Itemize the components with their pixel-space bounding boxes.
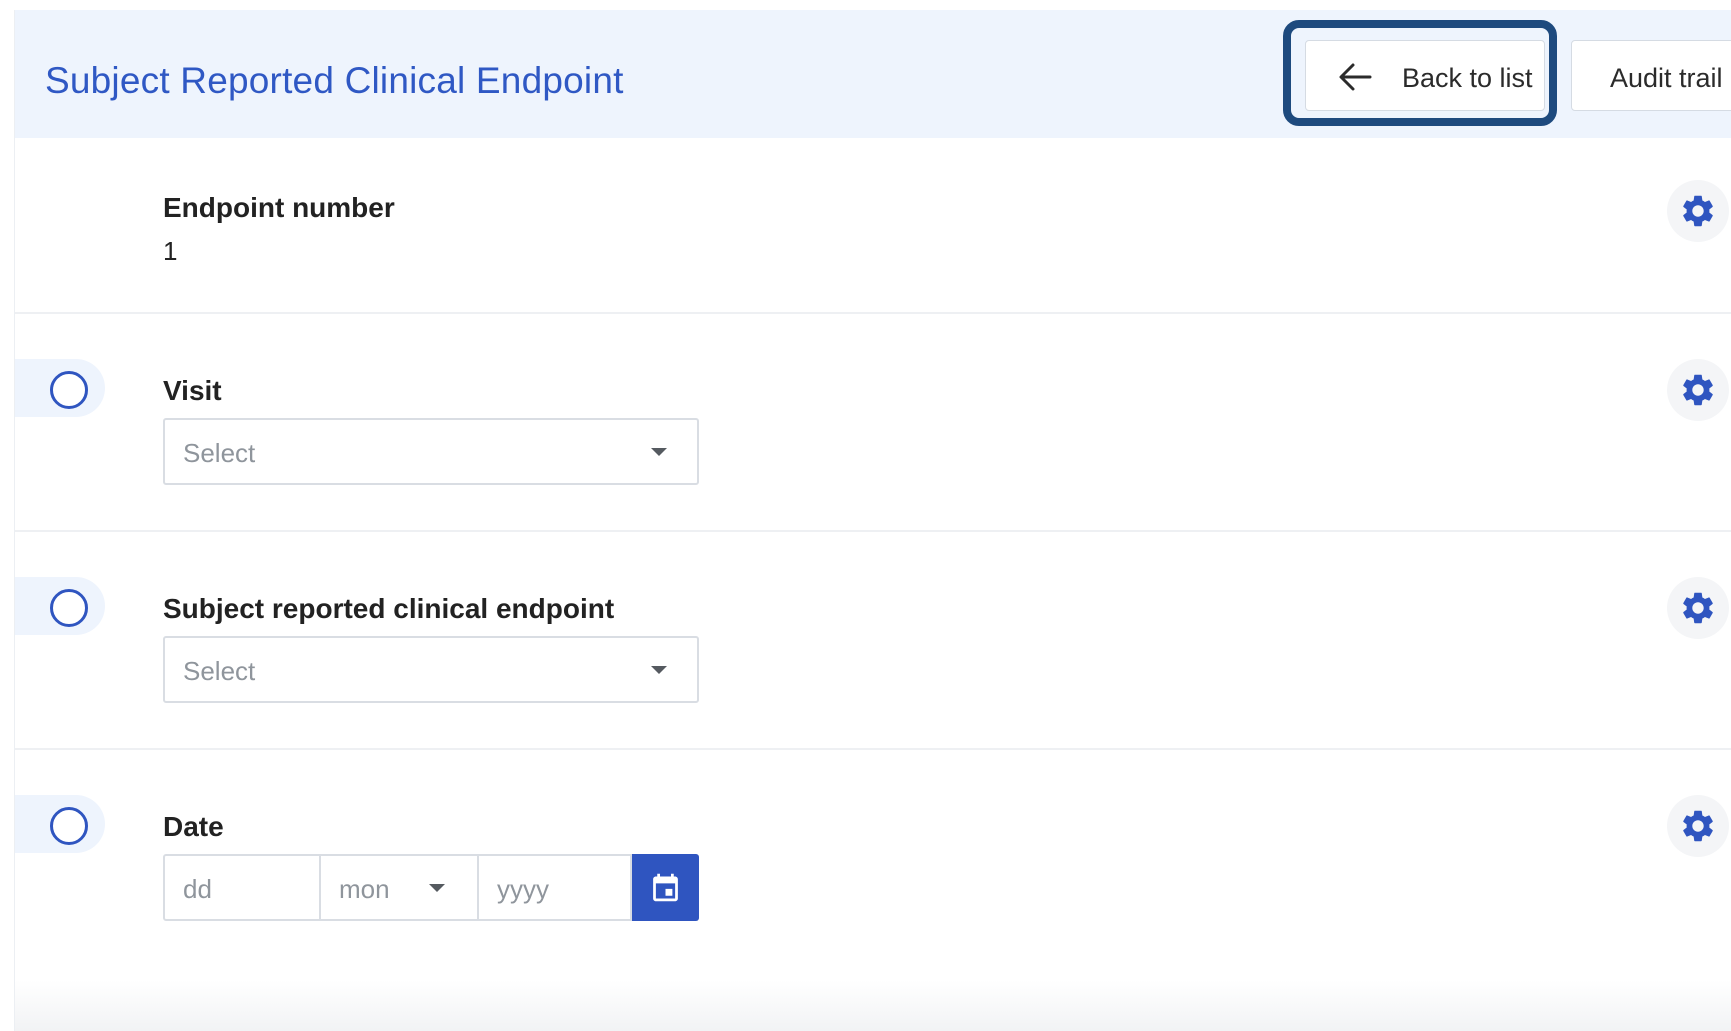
- date-input-group: dd mon yyyy: [163, 854, 699, 921]
- endpoint-number-row: Endpoint number 1: [15, 138, 1731, 312]
- calendar-icon: [653, 873, 678, 902]
- endpoint-number-label: Endpoint number: [163, 192, 395, 223]
- visit-row: Visit Select: [15, 314, 1731, 530]
- calendar-button[interactable]: [632, 854, 699, 921]
- caret-down-icon: [429, 884, 445, 892]
- date-row: Date dd mon yyyy: [15, 750, 1731, 1010]
- page-header: Subject Reported Clinical Endpoint Back …: [15, 10, 1731, 138]
- gear-icon: [1683, 592, 1713, 624]
- page-title: Subject Reported Clinical Endpoint: [45, 60, 624, 101]
- date-day-placeholder: dd: [183, 874, 212, 904]
- back-to-list-label: Back to list: [1402, 63, 1533, 93]
- audit-trail-button[interactable]: Audit trail: [1571, 40, 1731, 111]
- caret-down-icon: [651, 666, 667, 674]
- date-status-circle[interactable]: [50, 807, 88, 845]
- endpoint-number-value: 1: [163, 236, 178, 266]
- clinical-endpoint-row: Subject reported clinical endpoint Selec…: [15, 532, 1731, 748]
- caret-down-icon: [651, 448, 667, 456]
- date-year-placeholder: yyyy: [497, 874, 549, 904]
- date-month-select[interactable]: mon: [321, 854, 479, 921]
- clinical-endpoint-select-placeholder: Select: [183, 656, 256, 686]
- date-year-input[interactable]: yyyy: [479, 854, 632, 921]
- visit-settings-button[interactable]: [1667, 359, 1729, 421]
- gear-icon: [1683, 195, 1713, 227]
- back-to-list-button[interactable]: Back to list: [1305, 40, 1545, 111]
- date-settings-button[interactable]: [1667, 795, 1729, 857]
- visit-status-circle[interactable]: [50, 371, 88, 409]
- clinical-endpoint-status-circle[interactable]: [50, 589, 88, 627]
- visit-label: Visit: [163, 375, 222, 406]
- date-label: Date: [163, 811, 224, 842]
- clinical-endpoint-label: Subject reported clinical endpoint: [163, 593, 615, 624]
- endpoint-number-settings-button[interactable]: [1667, 180, 1729, 242]
- form-page: Subject Reported Clinical Endpoint Back …: [14, 10, 1731, 1031]
- audit-trail-label: Audit trail: [1610, 63, 1723, 93]
- visit-select[interactable]: Select: [163, 418, 699, 485]
- date-day-input[interactable]: dd: [163, 854, 321, 921]
- visit-select-placeholder: Select: [183, 438, 256, 468]
- date-month-placeholder: mon: [339, 874, 390, 904]
- arrow-left-icon: [1339, 63, 1372, 91]
- gear-icon: [1683, 810, 1713, 842]
- clinical-endpoint-settings-button[interactable]: [1667, 577, 1729, 639]
- clinical-endpoint-select[interactable]: Select: [163, 636, 699, 703]
- gear-icon: [1683, 374, 1713, 406]
